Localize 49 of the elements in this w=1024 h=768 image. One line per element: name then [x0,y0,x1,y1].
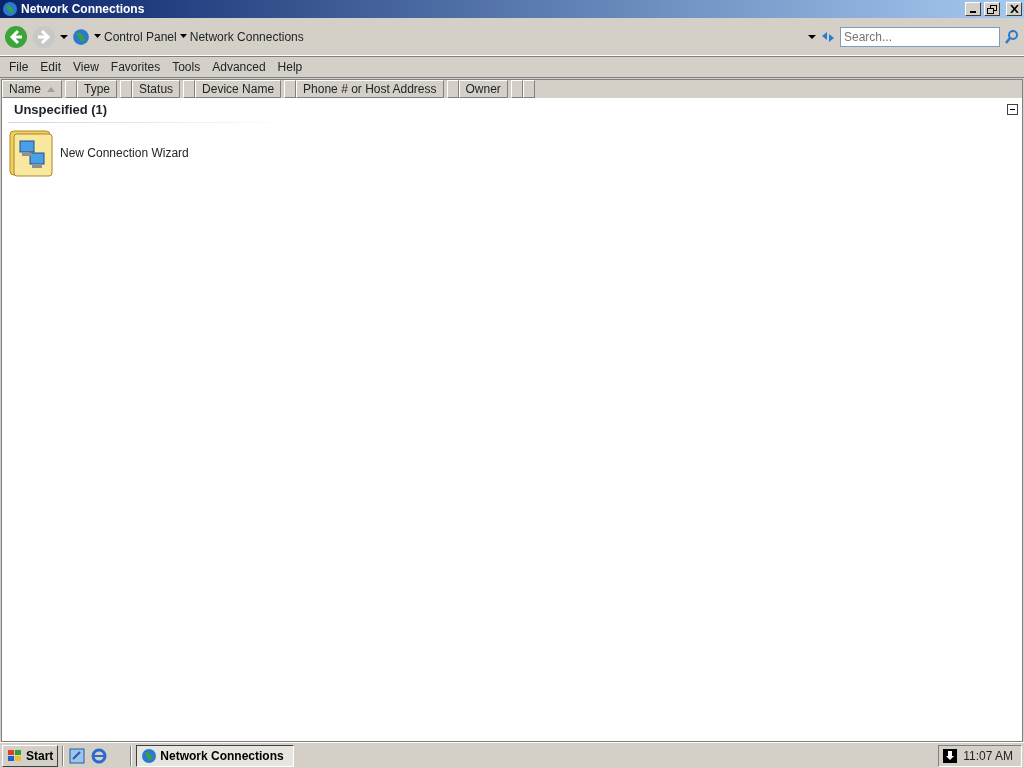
caret-icon[interactable] [60,33,68,40]
menu-item[interactable]: View [68,58,104,76]
globe-icon [72,27,90,46]
column-header[interactable] [522,80,535,98]
caret-icon[interactable] [179,34,187,39]
column-header[interactable] [510,80,523,98]
column-header[interactable]: Owner [458,80,508,98]
column-header[interactable]: Name [2,80,62,98]
desktop-icon[interactable] [68,746,87,765]
menu-item[interactable]: Tools [167,58,206,76]
column-header[interactable] [284,80,297,98]
breadcrumb-item[interactable]: Control Panel [104,27,177,46]
taskbar-button[interactable]: Network Connections [136,744,295,767]
column-header[interactable] [446,80,459,98]
menu-item[interactable]: Edit [35,58,67,76]
menu-item[interactable]: Advanced [207,58,271,76]
column-header[interactable]: Status [132,80,181,98]
menu-item[interactable]: Help [272,58,308,76]
item-label[interactable]: New Connection Wizard [60,143,189,162]
start-button[interactable]: Start [2,744,59,767]
search-field[interactable]: Search... [840,26,1000,47]
collapse-icon[interactable] [1007,104,1018,116]
column-header[interactable]: Device Name [195,80,282,98]
windows-logo-icon [7,748,23,763]
caret-icon[interactable] [808,33,816,40]
menu-item[interactable]: File [4,58,34,76]
column-header[interactable] [65,80,77,98]
column-header[interactable] [120,80,133,98]
minimize-button[interactable] [965,2,981,16]
wizard-computers-icon[interactable] [8,128,54,177]
column-header[interactable] [183,80,196,98]
group-header[interactable]: Unspecified (1) [14,100,108,120]
breadcrumb-item[interactable]: Network Connections [189,27,304,46]
restore-button[interactable] [984,2,1000,16]
close-button[interactable] [1006,2,1022,16]
search-icon[interactable] [1004,28,1020,45]
close-icon [1009,5,1019,13]
globe-icon [2,1,18,17]
back-icon[interactable] [4,24,28,49]
column-header[interactable]: Type [77,80,118,98]
caret-icon[interactable] [94,34,101,39]
window-title: Network Connections [21,1,146,18]
globe-icon [141,747,158,764]
clock: 11:07 AM [963,747,1013,765]
browser-icon[interactable] [90,746,109,765]
restore-icon [987,4,997,14]
column-header[interactable]: Phone # or Host Address [296,80,444,98]
menu-item[interactable]: Favorites [105,58,166,76]
download-icon[interactable] [943,748,958,763]
